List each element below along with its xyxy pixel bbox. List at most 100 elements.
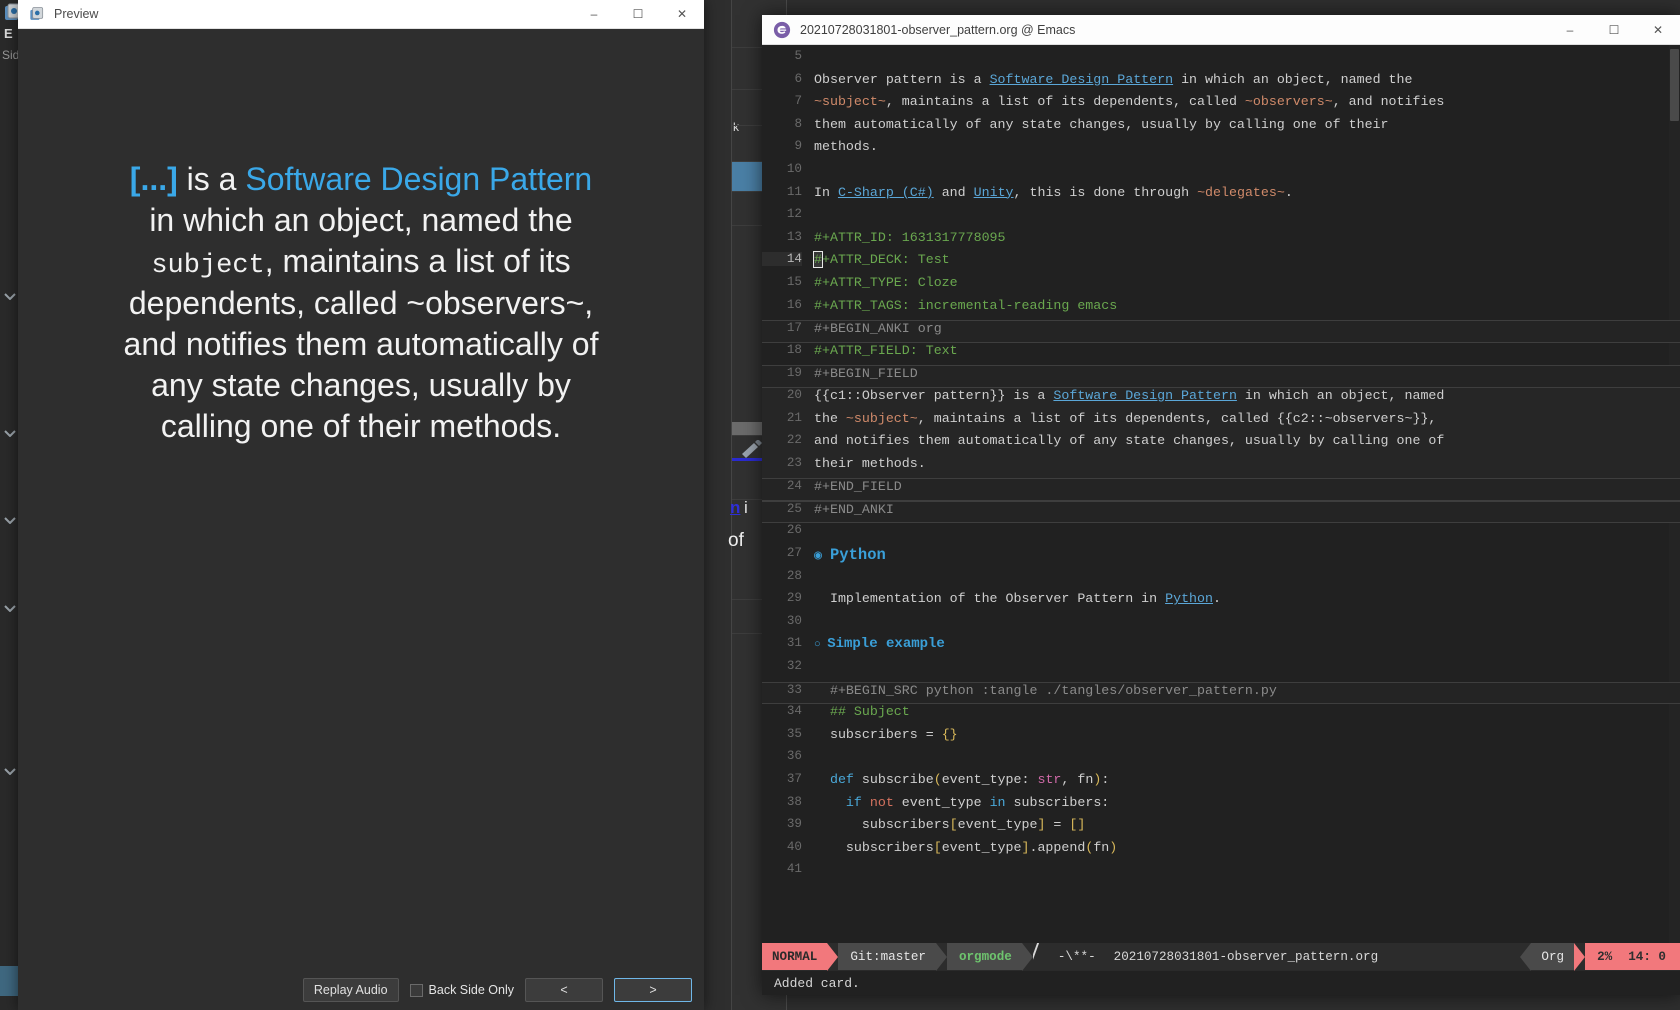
buffer-line[interactable]: 28 xyxy=(762,569,1680,592)
minimize-button[interactable]: – xyxy=(572,0,616,29)
chevron-down-icon[interactable] xyxy=(4,430,16,437)
buffer-line[interactable]: 37 def subscribe(event_type: str, fn): xyxy=(762,772,1680,795)
line-number: 10 xyxy=(786,161,802,176)
buffer-line[interactable]: 18 #+ATTR_FIELD: Text xyxy=(762,343,1680,366)
line-number: 19 xyxy=(786,366,802,381)
line-span: and notifies them automatically of any s… xyxy=(814,433,1445,449)
maximize-button[interactable]: ☐ xyxy=(616,0,660,29)
line-span: Observer pattern is a xyxy=(814,71,990,87)
buffer-line[interactable]: 14 #+ATTR_DECK: Test xyxy=(762,251,1680,275)
buffer-line[interactable]: 8 them automatically of any state changes… xyxy=(762,117,1680,140)
buffer-line[interactable]: 6 Observer pattern is a Software Design P… xyxy=(762,72,1680,95)
line-span: Python xyxy=(830,546,886,565)
previous-card-button[interactable]: < xyxy=(525,978,603,1002)
modeline-percent: 2% xyxy=(1585,943,1625,970)
line-span: the xyxy=(814,410,846,426)
buffer-line[interactable]: 25 #+END_ANKI xyxy=(762,500,1680,524)
line-number: 20 xyxy=(786,387,802,402)
buffer-line[interactable]: 21 the ~subject~, maintains a list of its… xyxy=(762,410,1680,434)
buffer-line[interactable]: 12 xyxy=(762,207,1680,230)
buffer-line[interactable]: 34 ## Subject xyxy=(762,704,1680,727)
buffer-line[interactable]: 5 xyxy=(762,49,1680,72)
line-span: subscribers xyxy=(861,817,950,833)
close-button[interactable]: ✕ xyxy=(1636,15,1680,44)
card-after-mono: , maintains a list of its xyxy=(264,242,571,279)
line-span: Simple example xyxy=(827,636,945,653)
line-span: {{c1::Observer pattern}} is a xyxy=(814,387,1054,403)
line-span: event_type xyxy=(941,839,1022,855)
line-number: 21 xyxy=(786,410,802,425)
buffer-line[interactable]: 32 xyxy=(762,659,1680,682)
buffer-line[interactable]: 15 #+ATTR_TYPE: Cloze xyxy=(762,275,1680,298)
buffer-line[interactable]: 27 ◉ Python xyxy=(762,546,1680,569)
preview-titlebar[interactable]: Preview – ☐ ✕ xyxy=(18,0,704,29)
buffer-line[interactable]: 16 #+ATTR_TAGS: incremental-reading emacs xyxy=(762,298,1680,321)
buffer-line[interactable]: 11 In C-Sharp (C#) and Unity, this is don… xyxy=(762,185,1680,208)
modeline-right: Org 2% 14: 0 xyxy=(1520,942,1680,971)
buffer-line[interactable]: 20 {{c1::Observer pattern}} is a Software… xyxy=(762,387,1680,411)
line-number: 31 xyxy=(786,636,802,651)
line-content: subscribers = {} xyxy=(814,727,958,742)
line-span: fn xyxy=(1093,839,1110,855)
line-span: Unity xyxy=(973,184,1014,200)
buffer-line[interactable]: 30 xyxy=(762,614,1680,637)
modeline-git-branch: Git:master xyxy=(838,943,936,970)
line-span: ## Subject xyxy=(829,704,910,720)
buffer-line[interactable]: 33 #+BEGIN_SRC python :tangle ./tangles/… xyxy=(762,681,1680,705)
line-span: [ xyxy=(933,839,942,855)
buffer-line[interactable]: 7 ~subject~, maintains a list of its depe… xyxy=(762,94,1680,117)
buffer-line[interactable]: 41 xyxy=(762,862,1680,885)
line-content: the ~subject~, maintains a list of its d… xyxy=(814,411,1436,426)
line-span: {} xyxy=(941,726,958,742)
buffer-line[interactable]: 38 if not event_type in subscribers: xyxy=(762,795,1680,818)
line-span: ( xyxy=(933,772,942,787)
buffer-line[interactable]: 13 #+ATTR_ID: 1631317778095 xyxy=(762,230,1680,253)
line-number: 11 xyxy=(786,184,802,199)
line-span: #+ATTR_FIELD: Text xyxy=(814,342,958,358)
chevron-down-icon[interactable] xyxy=(4,768,16,775)
buffer-line[interactable]: 10 xyxy=(762,162,1680,185)
replay-audio-button[interactable]: Replay Audio xyxy=(302,978,399,1002)
card-line-4: dependents, called ~observers~, xyxy=(128,285,594,322)
line-span: #+BEGIN_SRC python :tangle ./tangles/obs… xyxy=(829,682,1277,698)
maximize-button[interactable]: ☐ xyxy=(1592,15,1636,44)
line-span: def xyxy=(829,772,862,787)
buffer-line[interactable]: 9 methods. xyxy=(762,139,1680,162)
chevron-down-icon[interactable] xyxy=(4,517,16,524)
preview-window: Preview – ☐ ✕ [...] is a Software Design… xyxy=(18,0,704,1010)
line-content: #+ATTR_FIELD: Text xyxy=(814,343,958,358)
card-link-text: Software Design Pattern xyxy=(245,161,593,197)
next-card-button[interactable]: > xyxy=(614,978,692,1002)
buffer-line[interactable]: 39 subscribers[event_type] = [] xyxy=(762,817,1680,840)
line-content: Observer pattern is a Software Design Pa… xyxy=(814,72,1412,87)
buffer-line[interactable]: 29 Implementation of the Observer Patter… xyxy=(762,591,1680,614)
chevron-down-icon[interactable] xyxy=(4,605,16,612)
back-side-only-checkbox[interactable] xyxy=(409,983,423,997)
buffer-line[interactable]: 19 #+BEGIN_FIELD xyxy=(762,365,1680,388)
buffer-line[interactable]: 23 their methods. xyxy=(762,455,1680,479)
back-side-only-toggle[interactable]: Back Side Only xyxy=(409,983,514,997)
buffer-line[interactable]: 24 #+END_FIELD xyxy=(762,478,1680,501)
line-span: #+END_ANKI xyxy=(814,501,894,517)
minimize-button[interactable]: – xyxy=(1548,15,1592,44)
buffer-line[interactable]: 17 #+BEGIN_ANKI org xyxy=(762,320,1680,343)
line-span: : xyxy=(1101,772,1110,787)
line-span: event_type: xyxy=(941,772,1038,787)
buffer-line[interactable]: 35 subscribers = {} xyxy=(762,727,1680,750)
close-button[interactable]: ✕ xyxy=(660,0,704,29)
emacs-titlebar[interactable]: 20210728031801-observer_pattern.org @ Em… xyxy=(762,15,1680,45)
line-number: 36 xyxy=(786,749,802,764)
buffer-line[interactable]: 22 and notifies them automatically of any… xyxy=(762,433,1680,456)
line-number: 27 xyxy=(786,546,802,561)
chevron-down-icon[interactable] xyxy=(4,293,16,300)
buffer-line[interactable]: 36 xyxy=(762,749,1680,772)
line-span: if xyxy=(845,794,870,810)
buffer-line[interactable]: 26 xyxy=(762,523,1680,546)
line-number: 9 xyxy=(794,139,802,154)
buffer-line[interactable]: 31 ○ Simple example xyxy=(762,636,1680,659)
line-content: Implementation of the Observer Pattern i… xyxy=(814,591,1221,606)
emacs-buffer[interactable]: 5 6 Observer pattern is a Software Design … xyxy=(762,45,1680,943)
buffer-line[interactable]: 40 subscribers[event_type].append(fn) xyxy=(762,840,1680,863)
anki-icon xyxy=(30,6,44,20)
line-number: 38 xyxy=(786,794,802,809)
